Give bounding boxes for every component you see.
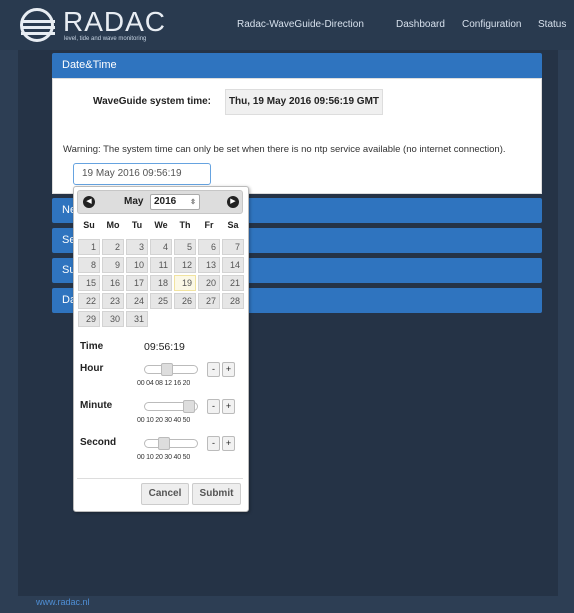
second-slider[interactable] — [144, 437, 198, 450]
hour-label: Hour — [80, 363, 104, 374]
cancel-button[interactable]: Cancel — [141, 483, 189, 505]
hour-slider-handle[interactable] — [161, 363, 173, 376]
calendar-day[interactable]: 10 — [126, 257, 148, 273]
nav-device-name[interactable]: Radac-WaveGuide-Direction — [237, 19, 364, 30]
nav-dashboard[interactable]: Dashboard — [396, 19, 445, 30]
calendar-day[interactable]: 31 — [126, 311, 148, 327]
system-time-label: WaveGuide system time: — [93, 96, 212, 107]
weekday-th: Th — [179, 220, 191, 230]
weekday-su: Su — [83, 220, 95, 230]
minute-slider-handle[interactable] — [183, 400, 195, 413]
calendar-day[interactable]: 27 — [198, 293, 220, 309]
calendar-day[interactable]: 26 — [174, 293, 196, 309]
calendar-day[interactable]: 20 — [198, 275, 220, 291]
calendar-day[interactable]: 21 — [222, 275, 244, 291]
calendar-day[interactable]: 14 — [222, 257, 244, 273]
second-ticks: 00 10 20 30 40 50 — [137, 454, 191, 461]
ntp-warning: Warning: The system time can only be set… — [63, 144, 506, 155]
hour-minus-button[interactable]: - — [207, 362, 220, 377]
spinner-icon: ⇳ — [190, 199, 196, 206]
weekday-sa: Sa — [227, 220, 239, 230]
year-select[interactable]: 2016 ⇳ — [150, 194, 200, 210]
datepicker-header: ◀ May 2016 ⇳ ▶ — [77, 190, 243, 214]
system-time-value: Thu, 19 May 2016 09:56:19 GMT — [225, 89, 383, 115]
second-slider-handle[interactable] — [158, 437, 170, 450]
datetime-picker: ◀ May 2016 ⇳ ▶ Su Mo Tu We Th Fr Sa 1234567891… — [73, 186, 249, 512]
calendar-day[interactable]: 2 — [102, 239, 124, 255]
nav-configuration[interactable]: Configuration — [462, 19, 521, 30]
minute-ticks: 00 10 20 30 40 50 — [137, 417, 191, 424]
calendar-day[interactable]: 7 — [222, 239, 244, 255]
hour-ticks: 00 04 08 12 16 20 — [137, 380, 191, 387]
calendar-day[interactable]: 24 — [126, 293, 148, 309]
minute-slider[interactable] — [144, 400, 198, 413]
radac-logo-icon[interactable] — [20, 8, 55, 42]
calendar-day[interactable]: 3 — [126, 239, 148, 255]
second-minus-button[interactable]: - — [207, 436, 220, 451]
minute-label: Minute — [80, 400, 113, 411]
datetime-input[interactable]: 19 May 2016 09:56:19 — [73, 163, 211, 185]
prev-month-icon[interactable]: ◀ — [83, 196, 95, 208]
hour-plus-button[interactable]: + — [222, 362, 235, 377]
calendar-day[interactable]: 28 — [222, 293, 244, 309]
second-label: Second — [80, 437, 117, 448]
calendar-day[interactable]: 1 — [78, 239, 100, 255]
calendar-day[interactable]: 11 — [150, 257, 172, 273]
calendar-day[interactable]: 12 — [174, 257, 196, 273]
calendar-day[interactable]: 4 — [150, 239, 172, 255]
submit-button[interactable]: Submit — [192, 483, 241, 505]
nav-status[interactable]: Status — [538, 19, 566, 30]
top-navbar: RADAC level, tide and wave monitoring Ra… — [0, 0, 574, 50]
calendar-day[interactable]: 9 — [102, 257, 124, 273]
minute-plus-button[interactable]: + — [222, 399, 235, 414]
minute-minus-button[interactable]: - — [207, 399, 220, 414]
calendar-day[interactable]: 13 — [198, 257, 220, 273]
calendar-day[interactable]: 29 — [78, 311, 100, 327]
calendar-day[interactable]: 8 — [78, 257, 100, 273]
calendar-day[interactable]: 25 — [150, 293, 172, 309]
logo-tagline: level, tide and wave monitoring — [64, 36, 147, 42]
calendar-day[interactable]: 5 — [174, 239, 196, 255]
datetime-panel-header[interactable]: Date&Time — [52, 53, 542, 78]
datetime-panel-body: WaveGuide system time: Thu, 19 May 2016 … — [52, 78, 542, 194]
next-month-icon[interactable]: ▶ — [227, 196, 239, 208]
datepicker-divider — [77, 478, 243, 479]
calendar-day-selected[interactable]: 19 — [174, 275, 196, 291]
footer-link[interactable]: www.radac.nl — [36, 597, 90, 607]
calendar-day[interactable]: 18 — [150, 275, 172, 291]
logo-text[interactable]: RADAC — [63, 8, 166, 36]
month-label: May — [124, 196, 144, 207]
hour-slider[interactable] — [144, 363, 198, 376]
time-value: 09:56:19 — [144, 341, 185, 353]
calendar-day[interactable]: 6 — [198, 239, 220, 255]
calendar-day[interactable]: 17 — [126, 275, 148, 291]
time-label: Time — [80, 341, 104, 352]
weekday-fr: Fr — [204, 220, 214, 230]
calendar-day[interactable]: 22 — [78, 293, 100, 309]
weekday-mo: Mo — [106, 220, 120, 230]
year-value: 2016 — [154, 196, 177, 207]
second-plus-button[interactable]: + — [222, 436, 235, 451]
weekday-we: We — [154, 220, 168, 230]
calendar-day[interactable]: 16 — [102, 275, 124, 291]
weekday-tu: Tu — [131, 220, 143, 230]
calendar-day[interactable]: 23 — [102, 293, 124, 309]
calendar-day[interactable]: 30 — [102, 311, 124, 327]
calendar-day[interactable]: 15 — [78, 275, 100, 291]
